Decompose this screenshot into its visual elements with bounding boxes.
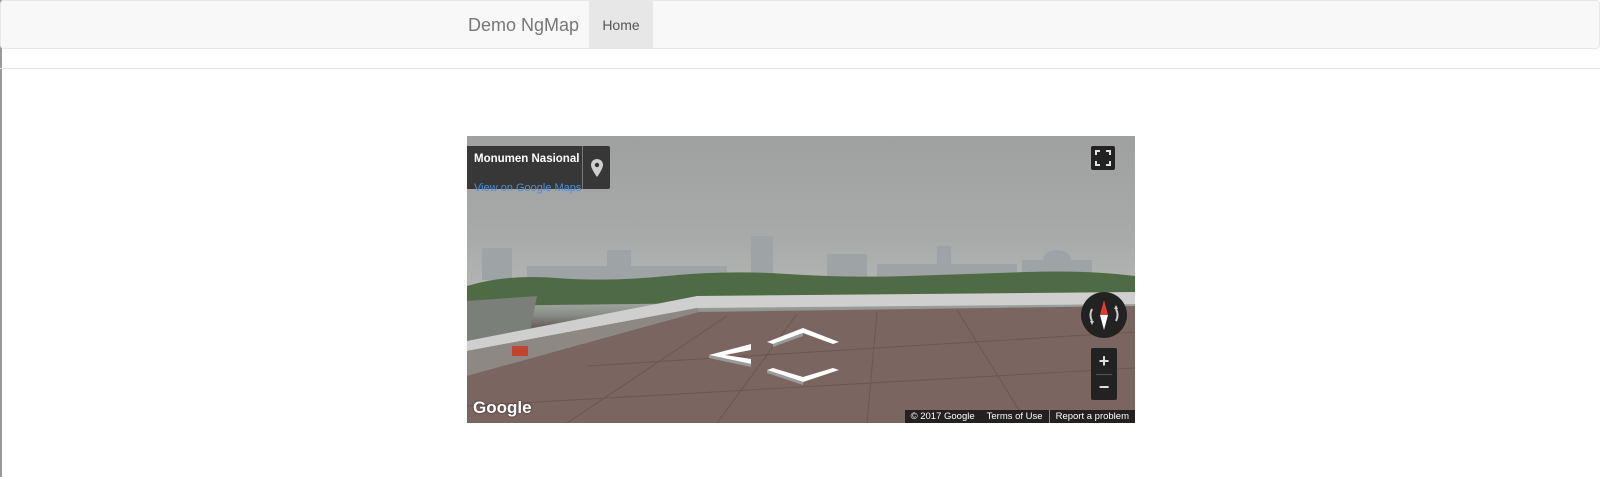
report-problem-link[interactable]: Report a problem — [1050, 410, 1135, 423]
fullscreen-icon — [1095, 150, 1111, 166]
header-divider — [0, 68, 1600, 69]
google-logo: Google — [473, 398, 532, 417]
map-pin-button[interactable] — [583, 146, 610, 189]
view-on-google-maps-link[interactable]: View on Google Maps — [474, 182, 581, 194]
compass-icon — [1089, 300, 1119, 330]
location-card: Monumen Nasional View on Google Maps — [467, 146, 610, 194]
terms-of-use-link[interactable]: Terms of Use — [981, 410, 1049, 423]
navbar: Demo NgMap Home — [0, 0, 1600, 49]
nav-arrow-left-icon[interactable] — [703, 342, 753, 368]
map-pin-icon — [590, 158, 603, 177]
copyright-text: © 2017 Google — [910, 411, 975, 422]
nav-item-home[interactable]: Home — [589, 1, 653, 49]
attribution-bar: © 2017 Google Terms of Use Report a prob… — [904, 410, 1135, 423]
zoom-in-button[interactable]: + — [1091, 348, 1117, 374]
street-view-panorama[interactable]: Monumen Nasional View on Google Maps + − — [467, 136, 1135, 423]
zoom-out-button[interactable]: − — [1091, 374, 1117, 400]
compass-control[interactable] — [1081, 292, 1127, 338]
location-title: Monumen Nasional — [474, 153, 580, 165]
nav-arrow-down-icon[interactable] — [765, 366, 841, 388]
navbar-brand[interactable]: Demo NgMap — [468, 15, 579, 35]
zoom-control: + − — [1091, 348, 1117, 400]
nav-arrow-up-icon[interactable] — [765, 326, 841, 348]
fullscreen-button[interactable] — [1091, 146, 1115, 170]
